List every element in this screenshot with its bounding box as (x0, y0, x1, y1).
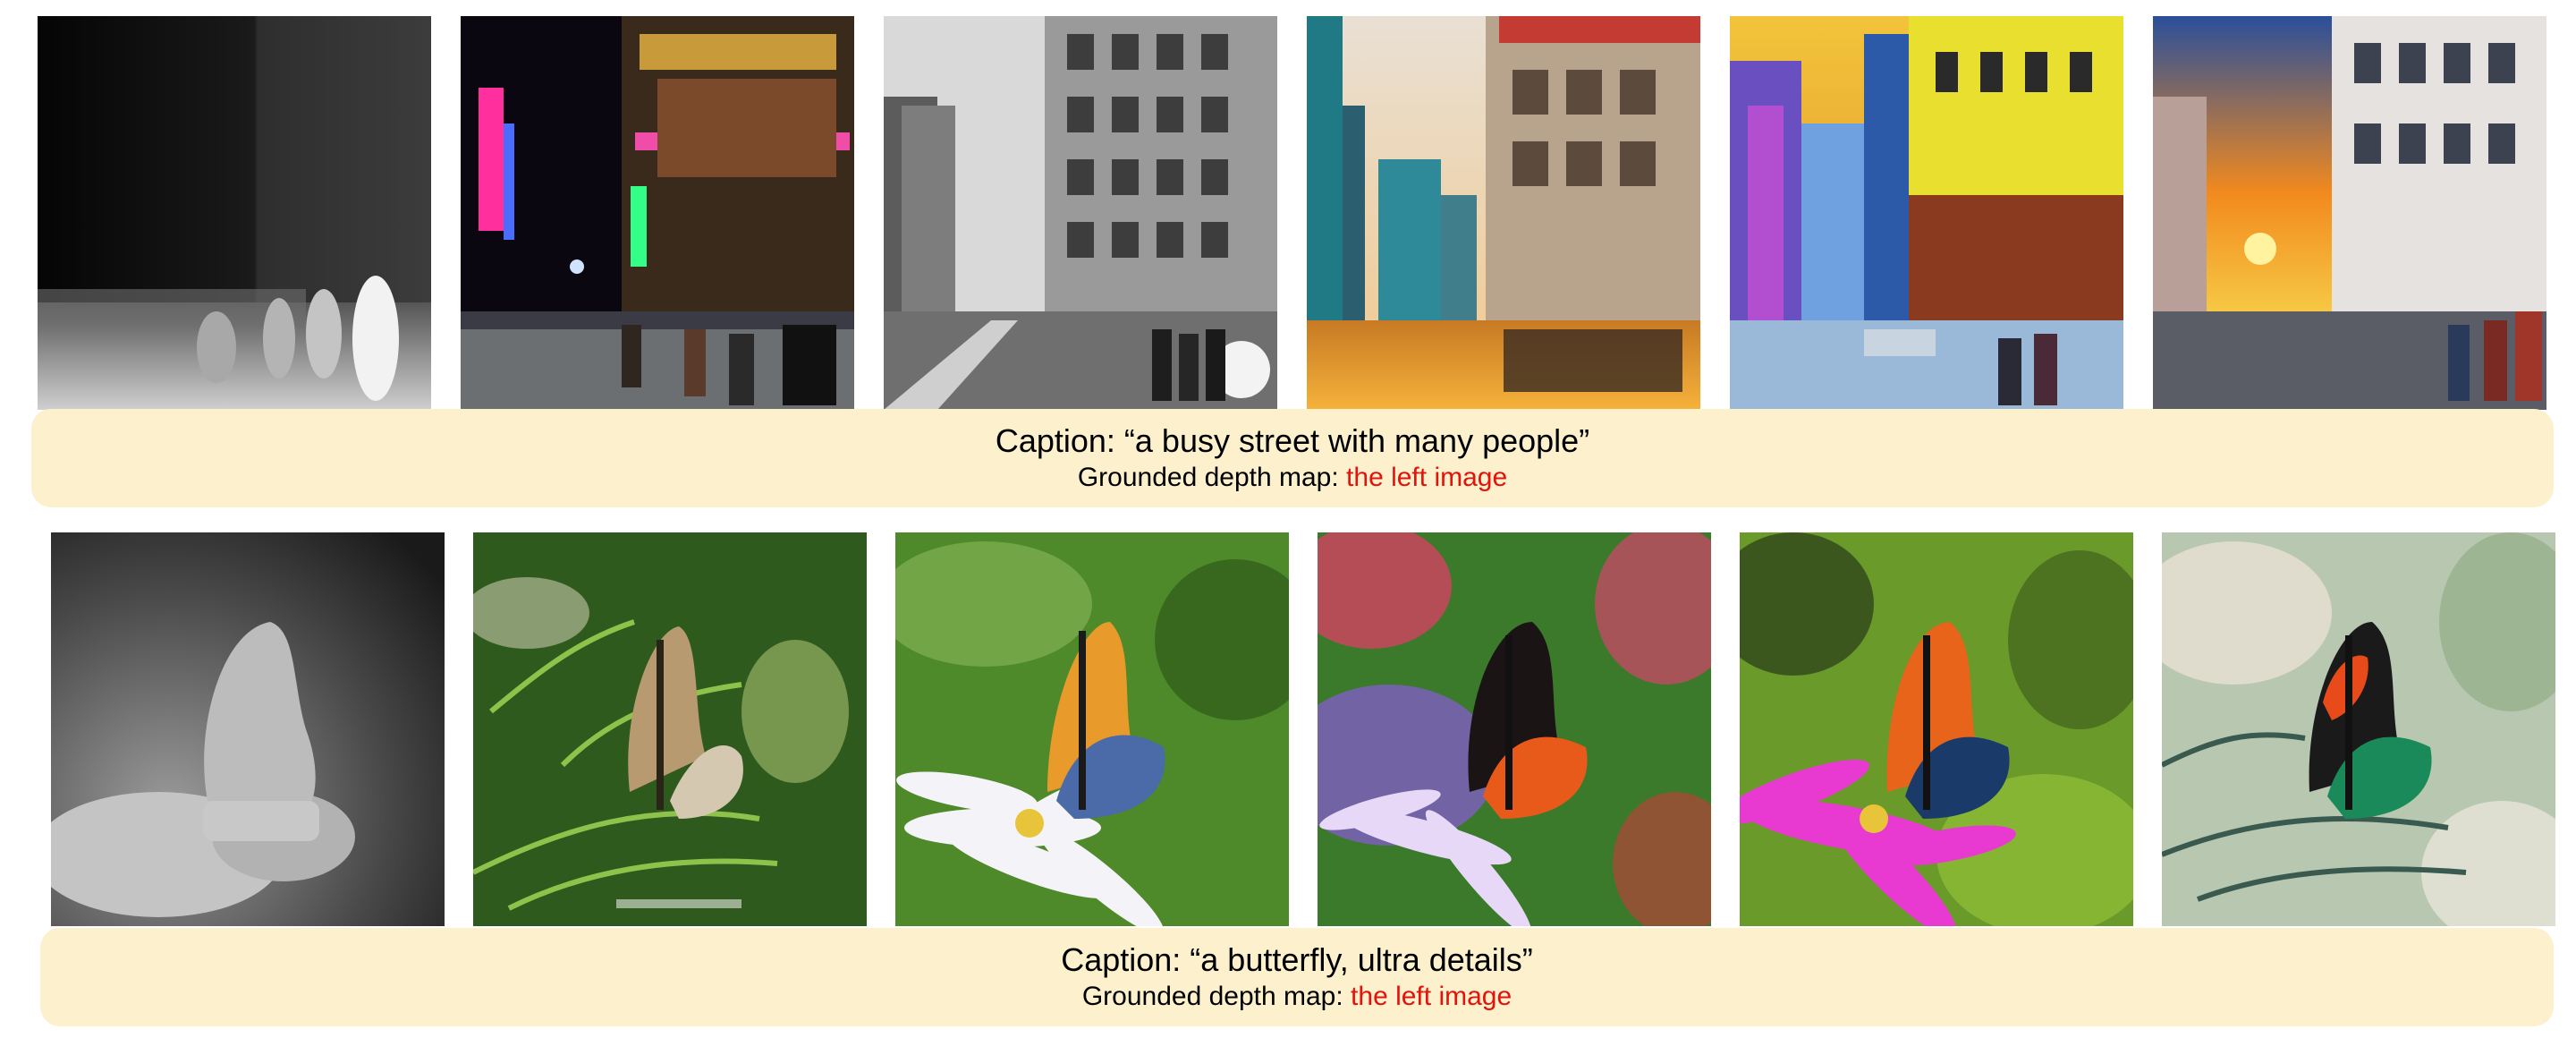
neon-night-street-image (461, 16, 854, 410)
butterfly-on-white-daisy-image (895, 532, 1289, 926)
grounded-depth-line: Grounded depth map: the left image (40, 980, 2554, 1014)
butterfly-on-magenta-flower-image (1740, 532, 2133, 926)
caption-line: Caption: “a busy street with many people… (31, 421, 2554, 461)
golden-hour-street-image (1307, 16, 1700, 410)
caption-panel-butterfly: Caption: “a butterfly, ultra details” Gr… (40, 928, 2554, 1026)
butterfly-on-fern-image (473, 532, 867, 926)
black-white-street-image (884, 16, 1277, 410)
butterfly-on-purple-aster-image (1318, 532, 1711, 926)
butterfly-depth-map-image (51, 532, 445, 926)
street-depth-map-image (38, 16, 431, 410)
grounded-label: Grounded depth map: (1077, 463, 1347, 492)
street-image-row (0, 16, 2576, 410)
caption-prefix: Caption: (995, 422, 1124, 459)
caption-prefix: Caption: (1061, 941, 1191, 978)
caption-line: Caption: “a butterfly, ultra details” (40, 940, 2554, 980)
caption-text: “a butterfly, ultra details” (1190, 941, 1533, 978)
butterfly-teal-painterly-image (2162, 532, 2555, 926)
sunset-street-image (2153, 16, 2546, 410)
caption-panel-street: Caption: “a busy street with many people… (31, 409, 2554, 507)
butterfly-image-row (0, 532, 2576, 926)
hdr-colorful-street-image (1730, 16, 2123, 410)
grounded-depth-line: Grounded depth map: the left image (31, 461, 2554, 495)
grounded-value: the left image (1346, 463, 1508, 492)
grounded-label: Grounded depth map: (1081, 982, 1352, 1011)
caption-text: “a busy street with many people” (1123, 422, 1590, 459)
grounded-value: the left image (1351, 982, 1513, 1011)
